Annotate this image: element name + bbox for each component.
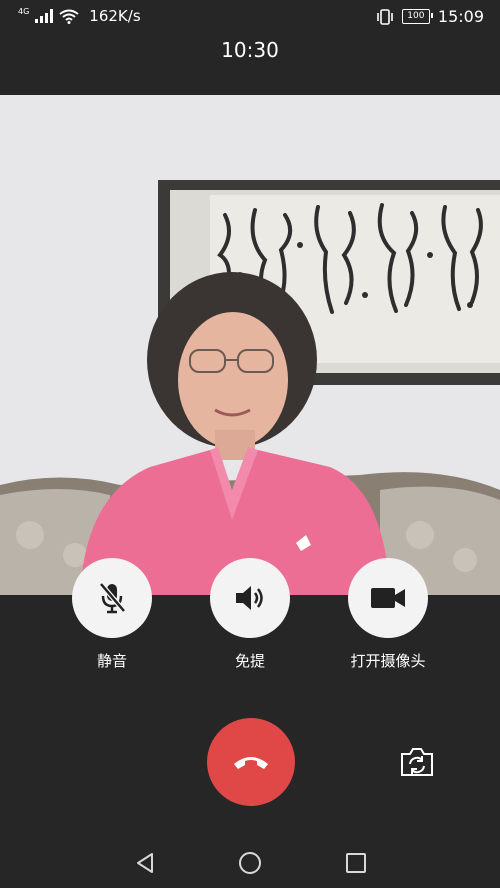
nav-recents-button[interactable] (341, 848, 371, 878)
network-speed: 162K/s (89, 7, 141, 25)
home-circle-icon (239, 852, 261, 874)
nav-home-button[interactable] (235, 848, 265, 878)
video-call-screen: 4G 162K/s 100 15:09 10:30 静音 免提 打开摄像头 (0, 0, 500, 888)
signal-icon (35, 9, 54, 23)
mute-label: 静音 (96, 652, 127, 670)
speaker-icon (236, 586, 263, 610)
video-camera-icon (371, 588, 405, 608)
network-type: 4G (18, 6, 30, 16)
battery-level: 100 (407, 11, 425, 21)
battery-indicator: 100 (401, 9, 433, 24)
vibrate-icon (377, 8, 393, 25)
recents-square-icon (346, 853, 366, 873)
speaker-label: 免提 (234, 652, 265, 670)
nav-back-button[interactable] (130, 848, 160, 878)
remote-video-feed (0, 95, 500, 595)
hangup-button[interactable] (207, 718, 295, 806)
status-bar-right: 100 15:09 (376, 7, 484, 26)
call-duration: 10:30 (221, 38, 279, 62)
remote-video-image (0, 95, 500, 595)
status-bar-left: 4G 162K/s (18, 6, 141, 26)
camera-label: 打开摄像头 (350, 652, 426, 670)
camera-toggle-button[interactable] (348, 558, 428, 638)
status-bar: 4G 162K/s 100 15:09 (0, 0, 500, 34)
mute-button[interactable] (72, 558, 152, 638)
mic-off-icon (99, 582, 126, 614)
camera-switch-icon (401, 748, 433, 776)
speaker-button[interactable] (210, 558, 290, 638)
wifi-icon (59, 9, 79, 24)
status-clock: 15:09 (437, 7, 484, 26)
phone-hangup-icon (234, 757, 268, 769)
back-triangle-icon (137, 853, 153, 873)
switch-camera-button[interactable] (397, 744, 437, 780)
